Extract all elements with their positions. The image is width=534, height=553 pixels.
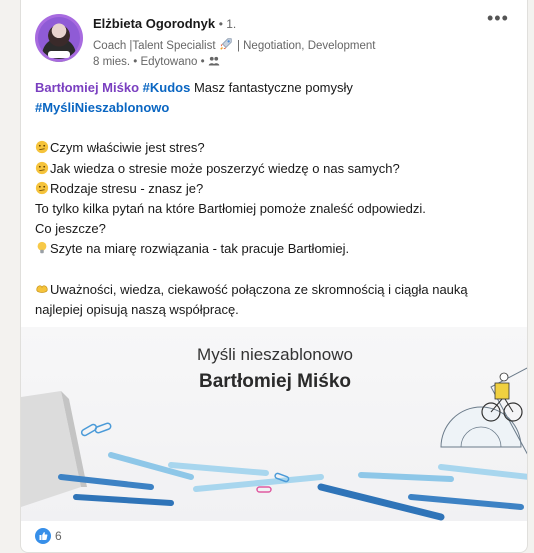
post-image[interactable]: Myśli nieszablonowo Bartłomiej Miśko: [21, 327, 527, 521]
text-line-6-text: Szyte na miarę rozwiązania - tak pracuje…: [50, 241, 350, 257]
headline-part2: | Negotiation, Development: [236, 40, 376, 52]
question-line-1: Czym właściwie jest stres?: [35, 138, 517, 158]
reactions-bar[interactable]: 6: [35, 527, 62, 545]
text-line-5: Co jeszcze?: [35, 221, 106, 237]
mention-link[interactable]: Bartłomiej Miśko: [35, 80, 139, 95]
thinking-face-icon: [35, 181, 49, 194]
intro-line: Bartłomiej Miśko #Kudos Masz fantastyczn…: [35, 78, 517, 98]
text-line-8: najlepiej opisują naszą współpracę.: [35, 301, 239, 317]
image-title-line2: Bartłomiej Miśko: [198, 371, 352, 392]
post-card: Elżbieta Ogorodnyk • 1. Coach |Talent Sp…: [20, 0, 528, 553]
avatar-badge: [48, 51, 70, 58]
image-title-line1: Myśli nieszablonowo: [197, 345, 353, 364]
intro-rest: Masz fantastyczne pomysły: [190, 80, 353, 95]
question-line-3: Rodzaje stresu - znasz je?: [35, 179, 517, 199]
hands-icon: [36, 285, 48, 293]
text-line-4: To tylko kilka pytań na które Bartłomiej…: [35, 201, 426, 217]
rocket-icon: [220, 38, 232, 50]
reaction-count[interactable]: 6: [55, 529, 62, 543]
thinking-face-icon: [35, 161, 49, 174]
hashtag-mysli[interactable]: #MyśliNieszablonowo: [35, 100, 169, 115]
more-options-icon[interactable]: •••: [487, 9, 509, 28]
group-icon: [208, 56, 220, 66]
question-3-text: Rodzaje stresu - znasz je?: [50, 180, 204, 196]
post-text: Bartłomiej Miśko #Kudos Masz fantastyczn…: [35, 78, 517, 320]
text-line-6: Szyte na miarę rozwiązania - tak pracuje…: [35, 239, 517, 259]
author-line: Elżbieta Ogorodnyk • 1.: [93, 16, 236, 31]
post-meta: 8 mies. • Edytowano •: [93, 55, 220, 68]
text-line-7: Uważności, wiedza, ciekawość połączona z…: [35, 280, 517, 300]
author-headline: Coach |Talent Specialist | Negotiation, …: [93, 37, 375, 52]
author-name[interactable]: Elżbieta Ogorodnyk: [93, 16, 215, 31]
hashtag-kudos[interactable]: #Kudos: [143, 80, 191, 95]
question-2-text: Jak wiedza o stresie może poszerzyć wied…: [50, 160, 400, 176]
author-avatar[interactable]: [35, 14, 83, 62]
thinking-face-icon: [35, 141, 49, 154]
text-line-7-text: Uważności, wiedza, ciekawość połączona z…: [50, 281, 468, 297]
hashtag-line: #MyśliNieszablonowo: [35, 98, 517, 118]
lightbulb-icon: [37, 242, 47, 254]
connection-degree: • 1.: [218, 17, 237, 31]
like-icon: [35, 528, 51, 544]
question-line-2: Jak wiedza o stresie może poszerzyć wied…: [35, 159, 517, 179]
headline-part1: Coach |Talent Specialist: [93, 40, 216, 52]
post-time[interactable]: 8 mies. • Edytowano •: [93, 56, 205, 68]
post-header: Elżbieta Ogorodnyk • 1. Coach |Talent Sp…: [35, 14, 527, 74]
question-1-text: Czym właściwie jest stres?: [50, 140, 205, 156]
